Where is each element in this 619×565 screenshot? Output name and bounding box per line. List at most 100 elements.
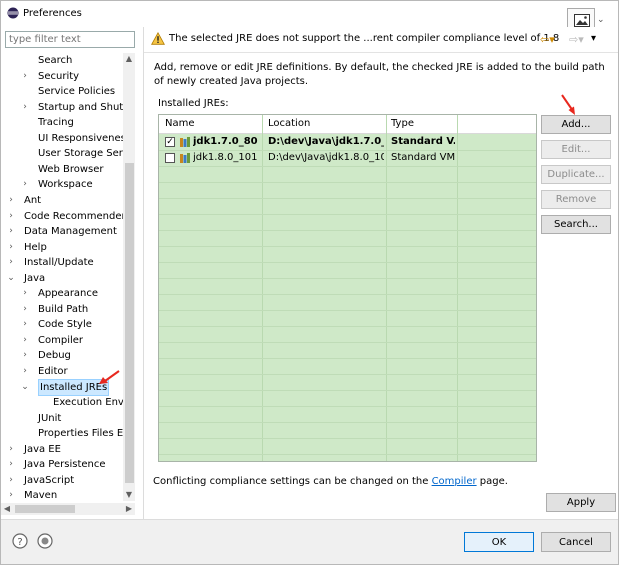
menu-icon[interactable]: ▾ <box>591 33 596 44</box>
record-icon[interactable] <box>37 533 53 549</box>
grid-line <box>159 358 536 359</box>
jre-type: Standard VM <box>391 152 455 163</box>
scroll-up-icon[interactable]: ▲ <box>123 53 135 65</box>
chevron-right-icon[interactable]: › <box>20 69 30 84</box>
chevron-right-icon[interactable]: › <box>6 240 16 255</box>
grid-line <box>159 262 536 263</box>
chevron-right-icon[interactable]: › <box>6 209 16 224</box>
chevron-right-icon[interactable]: › <box>20 333 30 348</box>
table-header: Name Location Type <box>159 115 536 134</box>
grid-line <box>159 294 536 295</box>
tree-item-label: Build Path <box>38 303 89 315</box>
tree-item-label: Maven <box>24 490 58 501</box>
tree-item-label: Code Recommenders <box>24 210 123 222</box>
remove-button[interactable]: Remove <box>541 190 611 209</box>
chevron-right-icon[interactable]: › <box>20 302 30 317</box>
ok-button[interactable]: OK <box>464 532 534 552</box>
grid-line <box>159 326 536 327</box>
tree-item-label: Ant <box>24 194 42 206</box>
chevron-right-icon[interactable]: › <box>20 100 30 115</box>
grid-line <box>159 166 536 167</box>
conflict-text: Conflicting compliance settings can be c… <box>153 476 432 487</box>
chevron-down-icon[interactable]: ⌄ <box>597 15 605 25</box>
compiler-link[interactable]: Compiler <box>432 476 477 487</box>
filter-input[interactable] <box>5 31 135 48</box>
chevron-right-icon[interactable]: › <box>20 177 30 192</box>
tree-item-label: Compiler <box>38 334 84 346</box>
tree-item-label: JavaScript <box>24 474 75 486</box>
grid-line <box>159 182 536 183</box>
chevron-right-icon[interactable]: › <box>6 457 16 472</box>
scroll-thumb[interactable] <box>125 163 134 483</box>
grid-line <box>159 390 536 391</box>
cancel-button[interactable]: Cancel <box>541 532 611 552</box>
tree-item-label: Search <box>38 55 73 66</box>
chevron-down-icon[interactable]: ⌄ <box>20 380 30 395</box>
dialog-button-bar: ? OK Cancel <box>1 519 618 564</box>
chevron-right-icon[interactable]: › <box>20 348 30 363</box>
chevron-down-icon[interactable]: ⌄ <box>6 271 16 286</box>
table-row[interactable]: ✓ jdk1.7.0_80 (... D:\dev\Java\jdk1.7.0_..… <box>159 134 536 150</box>
scroll-left-icon[interactable]: ◀ <box>1 503 13 515</box>
eclipse-icon <box>7 7 19 19</box>
tree-horizontal-scrollbar[interactable]: ◀ ▶ <box>1 503 135 515</box>
tree-item-label: UI Responsiveness <box>38 132 123 144</box>
tree-item-label: Code Style <box>38 319 92 331</box>
apply-button[interactable]: Apply <box>546 493 616 512</box>
chevron-right-icon[interactable]: › <box>6 224 16 239</box>
tree-item-label: Startup and Shutd <box>38 101 123 113</box>
jre-checkbox[interactable] <box>165 153 175 163</box>
column-header-location[interactable]: Location <box>268 118 310 129</box>
grid-line <box>159 310 536 311</box>
tree-item-label: Debug <box>38 350 71 362</box>
help-icon[interactable]: ? <box>12 533 28 549</box>
column-separator <box>262 115 263 461</box>
jre-checkbox[interactable]: ✓ <box>165 137 175 147</box>
installed-jres-page: The selected JRE does not support the ..… <box>144 27 618 519</box>
chevron-right-icon[interactable]: › <box>20 317 30 332</box>
tree-item-label: Java <box>24 272 46 284</box>
chevron-right-icon[interactable]: › <box>6 193 16 208</box>
grid-line <box>159 406 536 407</box>
chevron-right-icon[interactable]: › <box>20 364 30 379</box>
grid-line <box>159 230 536 231</box>
scroll-right-icon[interactable]: ▶ <box>123 503 135 515</box>
tree-item-label: Help <box>24 241 47 253</box>
tree-item-label: Security <box>38 70 80 82</box>
duplicate-button[interactable]: Duplicate... <box>541 165 611 184</box>
tree-item-label: Install/Update <box>24 257 94 269</box>
grid-line <box>159 422 536 423</box>
table-row[interactable]: jdk1.8.0_101 D:\dev\Java\jdk1.8.0_101 Stan… <box>159 150 536 166</box>
back-icon[interactable]: ⇦▾ <box>540 33 555 46</box>
tree-item-label: Editor <box>38 366 68 377</box>
warning-icon <box>151 32 165 45</box>
column-separator <box>386 115 387 461</box>
column-separator <box>457 115 458 461</box>
grid-line <box>159 278 536 279</box>
tree-item-label: Java Persistence <box>24 459 106 471</box>
jre-table[interactable]: Name Location Type ✓ jdk1.7.0_80 (... D:\d… <box>158 114 537 462</box>
chevron-right-icon[interactable]: › <box>6 255 16 270</box>
page-description: Add, remove or edit JRE definitions. By … <box>154 62 605 87</box>
tree-item-label: Java EE <box>24 443 61 455</box>
installed-jres-label: Installed JREs: <box>158 98 229 109</box>
search-button[interactable]: Search... <box>541 215 611 234</box>
conflict-message: Conflicting compliance settings can be c… <box>153 476 508 487</box>
page-header: The selected JRE does not support the ..… <box>144 27 618 53</box>
tree-item-label: Appearance <box>38 288 99 300</box>
chevron-right-icon[interactable]: › <box>6 442 16 457</box>
tree-item-label: JUnit <box>38 412 62 424</box>
jre-name: jdk1.8.0_101 <box>193 152 258 163</box>
chevron-right-icon[interactable]: › <box>6 488 16 501</box>
chevron-right-icon[interactable]: › <box>6 473 16 488</box>
grid-line <box>159 198 536 199</box>
grid-line <box>159 374 536 375</box>
chevron-right-icon[interactable]: › <box>20 286 30 301</box>
column-header-type[interactable]: Type <box>391 118 414 129</box>
edit-button[interactable]: Edit... <box>541 140 611 159</box>
tree-vertical-scrollbar[interactable]: ▲ ▼ <box>123 53 135 501</box>
scroll-down-icon[interactable]: ▼ <box>123 489 135 501</box>
forward-icon[interactable]: ⇨▾ <box>569 33 584 46</box>
column-header-name[interactable]: Name <box>165 118 195 129</box>
scroll-thumb[interactable] <box>15 505 75 513</box>
